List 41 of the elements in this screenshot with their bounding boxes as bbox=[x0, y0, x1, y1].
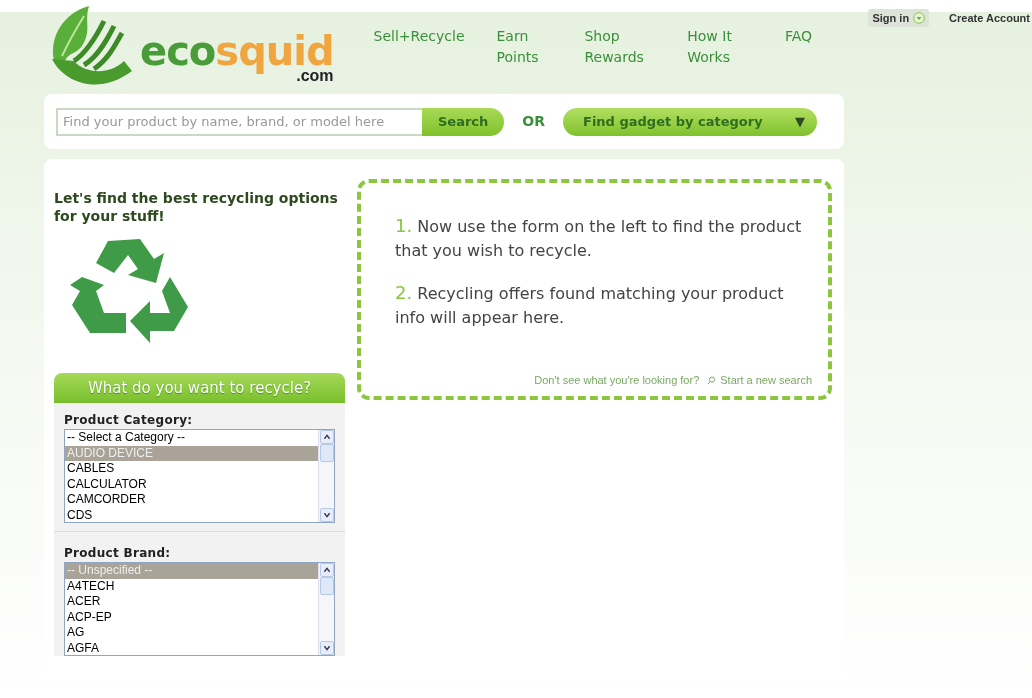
scroll-up-icon[interactable] bbox=[319, 563, 334, 578]
dropdown-icon bbox=[913, 12, 926, 24]
list-option[interactable]: AGFA bbox=[65, 640, 318, 656]
list-option[interactable]: A4TECH bbox=[65, 578, 318, 595]
listbox-field[interactable]: -- Unspecified -- A4TECH ACER ACP-EP AG AGFA bbox=[64, 562, 335, 657]
list-option[interactable]: CALCULATOR bbox=[65, 476, 318, 493]
step-text: 1. Now use the form on the left to find the product that you wish to recycle. bbox=[395, 214, 803, 263]
scroll-thumb[interactable] bbox=[319, 444, 334, 463]
nav-link[interactable]: FAQ bbox=[784, 26, 812, 68]
scroll-thumb[interactable] bbox=[319, 577, 334, 596]
form-header-bar: What do you want to recycle? bbox=[54, 373, 345, 404]
search-icon bbox=[707, 375, 717, 385]
field-label: Product Category: bbox=[64, 412, 194, 430]
scrollbar[interactable] bbox=[318, 430, 334, 523]
sign-in-button[interactable]: Sign in bbox=[868, 9, 930, 27]
list-option[interactable]: CABLES bbox=[65, 461, 318, 477]
list-option[interactable]: CDS bbox=[65, 507, 318, 523]
help-question-text: Don't see what you're looking for? bbox=[534, 374, 700, 386]
scroll-down-icon[interactable] bbox=[319, 508, 334, 523]
scroll-up-icon[interactable] bbox=[319, 430, 334, 445]
scrollbar[interactable] bbox=[318, 563, 334, 656]
logo-domain: .com bbox=[296, 67, 334, 85]
field-label: Product Brand: bbox=[64, 545, 172, 563]
nav-link[interactable]: How It Works bbox=[687, 26, 753, 68]
or-label: OR bbox=[522, 112, 545, 131]
intro-heading: Let's find the best recycling options for your stuff! bbox=[54, 189, 339, 226]
list-option[interactable]: -- Select a Category -- bbox=[65, 430, 318, 446]
list-option[interactable]: ACER bbox=[65, 594, 318, 610]
nav-link[interactable]: Shop Rewards bbox=[584, 26, 656, 68]
nav-link[interactable]: Earn Points bbox=[496, 26, 553, 68]
list-option[interactable]: ACP-EP bbox=[65, 609, 318, 626]
create-account-link[interactable]: Create Account bbox=[945, 9, 1032, 27]
search-input-field[interactable]: Find your product by name, brand, or model here bbox=[56, 107, 422, 136]
scroll-down-icon[interactable] bbox=[319, 641, 334, 656]
list-option[interactable]: CAMCORDER bbox=[65, 492, 318, 508]
step-text: 2. Recycling offers found matching your product info will appear here. bbox=[395, 281, 785, 330]
listbox-field[interactable]: -- Select a Category -- AUDIO DEVICE CABLES CALCULATOR CAMCORDER CDS bbox=[64, 429, 335, 524]
caret-icon: ▼ bbox=[795, 111, 805, 132]
category-dropdown-button[interactable]: Find gadget by category ▼ bbox=[563, 107, 817, 136]
nav-link[interactable]: Sell+Recycle bbox=[373, 26, 465, 68]
list-option[interactable]: AG bbox=[65, 625, 318, 641]
